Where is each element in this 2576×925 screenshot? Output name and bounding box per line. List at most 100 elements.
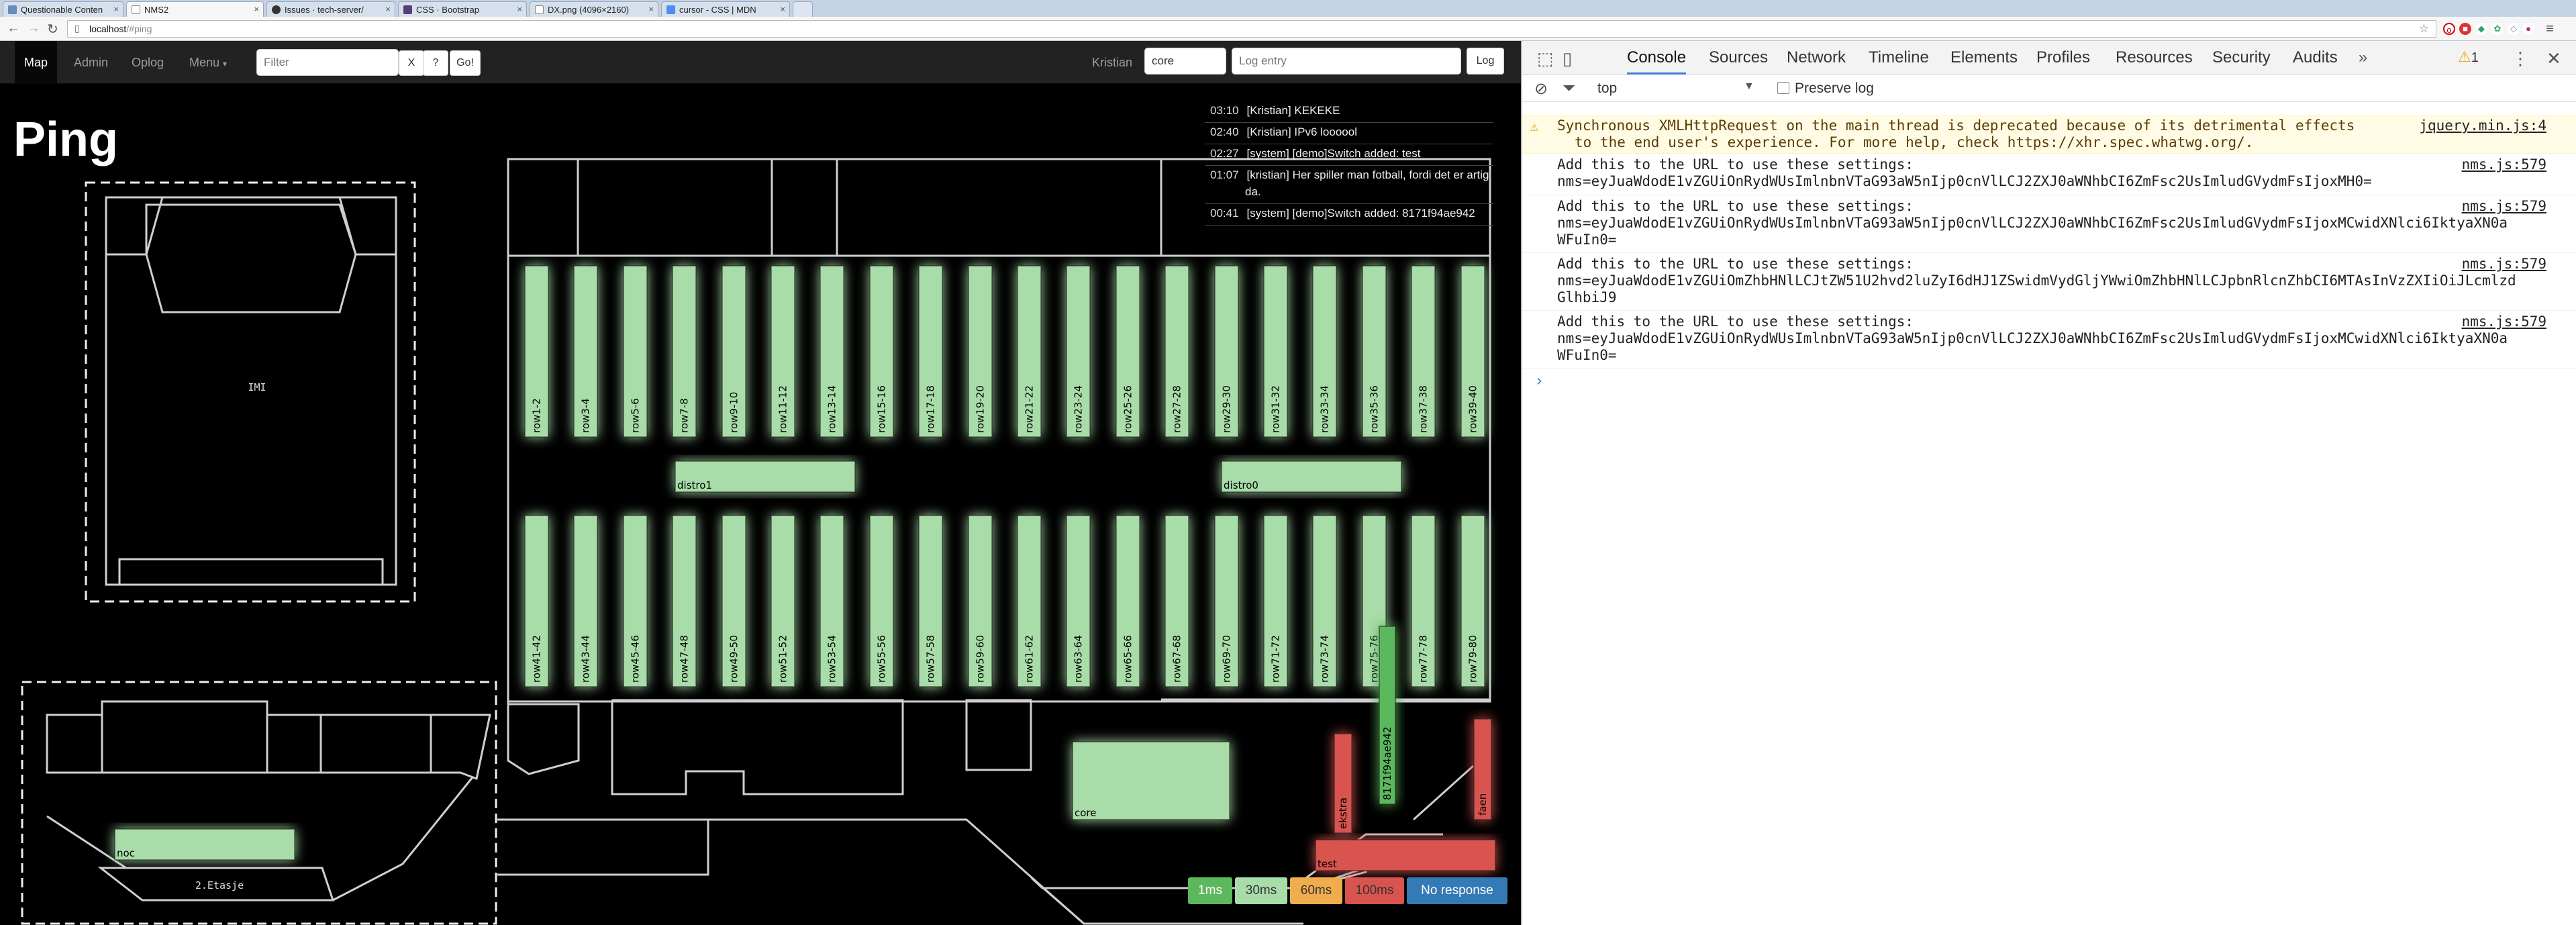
switch-distro0[interactable]: distro0 bbox=[1221, 460, 1402, 493]
tab-profiles[interactable]: Profiles bbox=[2036, 41, 2090, 75]
switch-row35-36[interactable]: row35-36 bbox=[1362, 265, 1387, 438]
switch-row45-46[interactable]: row45-46 bbox=[623, 515, 648, 687]
legend-no-response[interactable]: No response bbox=[1407, 877, 1507, 904]
switch-row53-54[interactable]: row53-54 bbox=[820, 515, 844, 687]
extension-icon[interactable]: ● bbox=[2522, 23, 2534, 35]
nav-map[interactable]: Map bbox=[15, 41, 58, 84]
close-tab-icon[interactable]: × bbox=[254, 4, 259, 14]
switch-noc[interactable]: noc bbox=[114, 828, 295, 861]
console-source-link[interactable]: nms.js:579 bbox=[2462, 198, 2546, 215]
address-bar[interactable]: ▯ localhost/#ping ☆ bbox=[67, 20, 2436, 38]
switch-row7-8[interactable]: row7-8 bbox=[672, 265, 697, 438]
bookmark-star-icon[interactable]: ☆ bbox=[2419, 22, 2429, 36]
nav-admin[interactable]: Admin bbox=[64, 41, 117, 84]
switch-row67-68[interactable]: row67-68 bbox=[1165, 515, 1189, 687]
switch-row3-4[interactable]: row3-4 bbox=[573, 265, 598, 438]
legend-1ms[interactable]: 1ms bbox=[1188, 877, 1232, 904]
inspect-element-icon[interactable]: ⬚ bbox=[1537, 48, 1554, 69]
back-icon[interactable]: ← bbox=[7, 21, 20, 36]
filter-clear-button[interactable]: X bbox=[399, 50, 424, 76]
switch-row19-20[interactable]: row19-20 bbox=[968, 265, 993, 438]
switch-row31-32[interactable]: row31-32 bbox=[1263, 265, 1288, 438]
tab-timeline[interactable]: Timeline bbox=[1869, 41, 1929, 75]
switch-row11-12[interactable]: row11-12 bbox=[771, 265, 795, 438]
close-tab-icon[interactable]: × bbox=[648, 4, 654, 14]
switch-row73-74[interactable]: row73-74 bbox=[1312, 515, 1337, 687]
switch-row65-66[interactable]: row65-66 bbox=[1116, 515, 1140, 687]
close-tab-icon[interactable]: × bbox=[780, 4, 785, 14]
switch-row55-56[interactable]: row55-56 bbox=[869, 515, 894, 687]
context-dropdown-icon[interactable]: ▼ bbox=[1744, 81, 1754, 93]
switch-row63-64[interactable]: row63-64 bbox=[1066, 515, 1091, 687]
chrome-menu-icon[interactable]: ≡ bbox=[2544, 22, 2556, 36]
tab-console[interactable]: Console bbox=[1627, 41, 1687, 75]
switch-row41-42[interactable]: row41-42 bbox=[524, 515, 549, 687]
more-tabs-icon[interactable]: » bbox=[2359, 48, 2367, 67]
tab-security[interactable]: Security bbox=[2212, 41, 2271, 75]
switch-row43-44[interactable]: row43-44 bbox=[573, 515, 598, 687]
switch-row39-40[interactable]: row39-40 bbox=[1460, 265, 1485, 438]
switch-row57-58[interactable]: row57-58 bbox=[918, 515, 943, 687]
switch-row37-38[interactable]: row37-38 bbox=[1411, 265, 1436, 438]
console-source-link[interactable]: nms.js:579 bbox=[2462, 256, 2546, 273]
switch-row15-16[interactable]: row15-16 bbox=[869, 265, 894, 438]
switch-ekstra[interactable]: ekstra bbox=[1334, 733, 1352, 834]
switch-row9-10[interactable]: row9-10 bbox=[722, 265, 746, 438]
close-tab-icon[interactable]: × bbox=[385, 4, 391, 14]
tab-resources[interactable]: Resources bbox=[2116, 41, 2193, 75]
switch-row51-52[interactable]: row51-52 bbox=[771, 515, 795, 687]
switch-row23-24[interactable]: row23-24 bbox=[1066, 265, 1091, 438]
device-mode-icon[interactable]: ▯ bbox=[1563, 48, 1572, 69]
browser-tab[interactable]: Issues · tech-server/× bbox=[266, 1, 395, 17]
browser-tab-active[interactable]: NMS2 × bbox=[126, 1, 264, 17]
switch-row17-18[interactable]: row17-18 bbox=[918, 265, 943, 438]
devtools-menu-icon[interactable]: ⋮ bbox=[2512, 48, 2529, 69]
switch-row5-6[interactable]: row5-6 bbox=[623, 265, 648, 438]
log-user-input[interactable] bbox=[1144, 48, 1226, 75]
switch-test[interactable]: test bbox=[1315, 839, 1496, 871]
context-select[interactable]: top bbox=[1597, 81, 1617, 97]
switch-test-box[interactable] bbox=[1315, 839, 1496, 871]
forward-icon[interactable]: → bbox=[27, 21, 40, 36]
switch-row29-30[interactable]: row29-30 bbox=[1214, 265, 1239, 438]
close-tab-icon[interactable]: × bbox=[517, 4, 522, 14]
filter-input[interactable] bbox=[256, 49, 399, 76]
switch-row13-14[interactable]: row13-14 bbox=[820, 265, 844, 438]
console-prompt[interactable]: › bbox=[1522, 373, 2576, 393]
warning-count-icon[interactable]: ⚠1 bbox=[2458, 48, 2479, 66]
filter-go-button[interactable]: Go! bbox=[450, 50, 481, 76]
console-source-link[interactable]: nms.js:579 bbox=[2462, 156, 2546, 173]
switch-row79-80[interactable]: row79-80 bbox=[1460, 515, 1485, 687]
switch-row1-2[interactable]: row1-2 bbox=[524, 265, 549, 438]
preserve-log-checkbox[interactable] bbox=[1777, 82, 1789, 94]
legend-30ms[interactable]: 30ms bbox=[1235, 877, 1287, 904]
legend-100ms[interactable]: 100ms bbox=[1345, 877, 1404, 904]
nav-menu[interactable]: Menu ▾ bbox=[180, 41, 236, 84]
browser-tab[interactable]: DX.png (4096×2160) × bbox=[530, 1, 658, 17]
close-devtools-icon[interactable]: ✕ bbox=[2546, 48, 2561, 69]
opera-extension-icon[interactable]: o bbox=[2443, 23, 2455, 35]
switch-demo[interactable]: 8171f94ae942 bbox=[1379, 626, 1396, 805]
console-source-link[interactable]: nms.js:579 bbox=[2462, 313, 2546, 330]
switch-row59-60[interactable]: row59-60 bbox=[968, 515, 993, 687]
switch-row77-78[interactable]: row77-78 bbox=[1411, 515, 1436, 687]
switch-row27-28[interactable]: row27-28 bbox=[1165, 265, 1189, 438]
switch-row71-72[interactable]: row71-72 bbox=[1263, 515, 1288, 687]
clear-console-icon[interactable]: ⊘ bbox=[1534, 79, 1548, 99]
extension-icon[interactable]: ◆ bbox=[2475, 23, 2487, 35]
switch-faen[interactable]: faen bbox=[1473, 718, 1492, 820]
filter-help-button[interactable]: ? bbox=[423, 50, 448, 76]
switch-row61-62[interactable]: row61-62 bbox=[1017, 515, 1042, 687]
tab-network[interactable]: Network bbox=[1787, 41, 1846, 75]
switch-row49-50[interactable]: row49-50 bbox=[722, 515, 746, 687]
switch-core[interactable]: core bbox=[1072, 741, 1230, 820]
browser-tab[interactable]: cursor - CSS | MDN × bbox=[661, 1, 790, 17]
switch-row25-26[interactable]: row25-26 bbox=[1116, 265, 1140, 438]
nav-oplog[interactable]: Oplog bbox=[122, 41, 173, 84]
switch-row69-70[interactable]: row69-70 bbox=[1214, 515, 1239, 687]
switch-row21-22[interactable]: row21-22 bbox=[1017, 265, 1042, 438]
adblock-extension-icon[interactable]: ■ bbox=[2459, 23, 2471, 35]
page-info-icon[interactable]: ▯ bbox=[75, 23, 80, 34]
switch-noc-box[interactable] bbox=[114, 828, 295, 861]
close-tab-icon[interactable]: × bbox=[113, 4, 119, 14]
